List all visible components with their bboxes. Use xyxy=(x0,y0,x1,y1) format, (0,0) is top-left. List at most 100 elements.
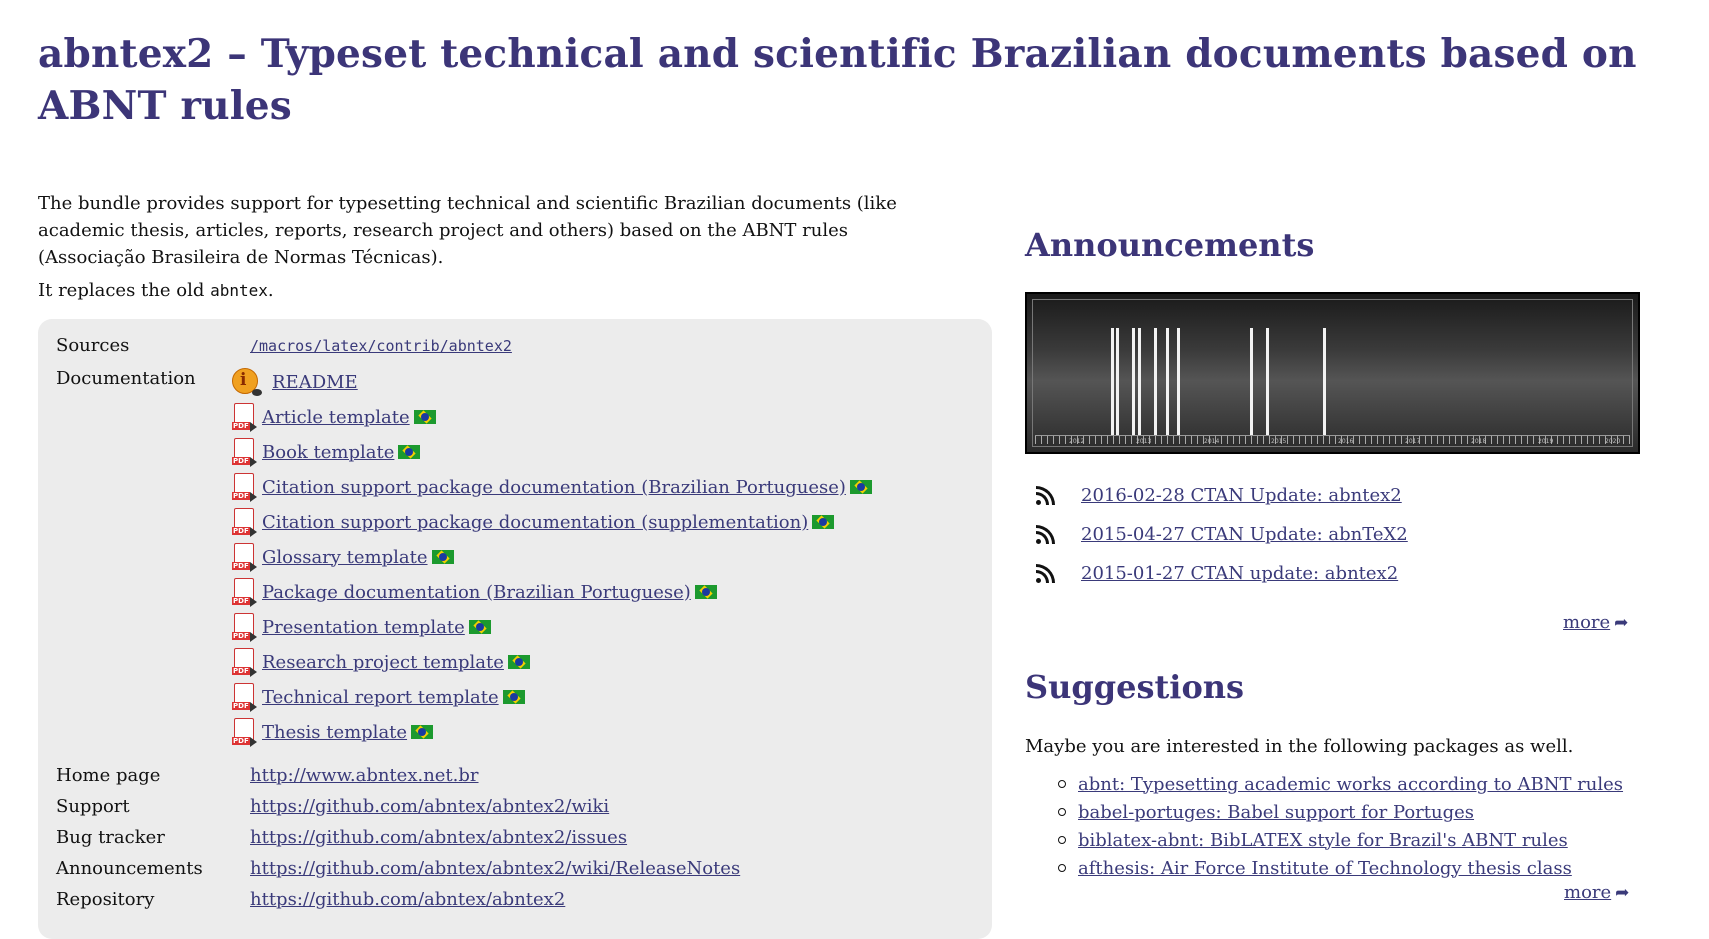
doc-link[interactable]: Glossary template xyxy=(262,547,428,568)
brazil-flag-icon xyxy=(812,515,835,529)
pdf-icon: PDF xyxy=(232,437,257,467)
bullet-circle-icon xyxy=(1058,780,1066,788)
announcements-link[interactable]: https://github.com/abntex/abntex2/wiki/R… xyxy=(250,858,740,879)
timeline-year: 2019 xyxy=(1538,438,1554,445)
announcements-more[interactable]: more ➦ xyxy=(1563,612,1628,633)
replaces-suffix: . xyxy=(267,280,274,301)
suggestions-more[interactable]: more ➦ xyxy=(1564,882,1629,903)
suggestions-intro: Maybe you are interested in the followin… xyxy=(1025,736,1574,757)
timeline-year: 2013 xyxy=(1136,438,1152,445)
doc-link[interactable]: Article template xyxy=(262,407,410,428)
doc-item[interactable]: PDF Citation support package documentati… xyxy=(232,470,872,504)
pdf-icon: PDF xyxy=(232,717,257,747)
doc-item[interactable]: PDF Citation support package documentati… xyxy=(232,505,835,539)
doc-link[interactable]: Presentation template xyxy=(262,617,465,638)
timeline-year: 2014 xyxy=(1204,438,1220,445)
suggestion-link[interactable]: biblatex-abnt: BibLATEX style for Brazil… xyxy=(1078,830,1568,851)
pdf-icon: PDF xyxy=(232,647,257,677)
timeline-event-bar[interactable] xyxy=(1138,328,1141,436)
announcements-heading: Announcements xyxy=(1025,226,1315,264)
doc-item[interactable]: PDF Article template xyxy=(232,400,436,434)
doc-item[interactable]: PDF Glossary template xyxy=(232,540,454,574)
timeline-year: 2018 xyxy=(1471,438,1487,445)
doc-item[interactable]: PDF Research project template xyxy=(232,645,530,679)
sources-link[interactable]: /macros/latex/contrib/abntex2 xyxy=(250,337,512,355)
announcements-label: Announcements xyxy=(56,858,203,879)
documentation-label: Documentation xyxy=(56,368,196,389)
timeline-event-bar[interactable] xyxy=(1266,328,1269,436)
timeline-event-bar[interactable] xyxy=(1154,328,1157,436)
timeline-year: 2015 xyxy=(1271,438,1287,445)
doc-link[interactable]: Technical report template xyxy=(262,687,499,708)
replaces-prefix: It replaces the old xyxy=(38,280,211,301)
share-arrow-icon: ➦ xyxy=(1615,882,1630,903)
support-label: Support xyxy=(56,796,130,817)
suggestion-item[interactable]: afthesis: Air Force Institute of Technol… xyxy=(1058,854,1623,882)
replaces-code: abntex xyxy=(210,281,268,300)
timeline-event-bar[interactable] xyxy=(1116,328,1119,436)
announcements-more-link[interactable]: more xyxy=(1563,612,1610,633)
suggestion-link[interactable]: afthesis: Air Force Institute of Technol… xyxy=(1078,858,1572,879)
suggestion-link[interactable]: babel-portuges: Babel support for Portug… xyxy=(1078,802,1474,823)
suggestions-more-link[interactable]: more xyxy=(1564,882,1611,903)
share-arrow-icon: ➦ xyxy=(1614,612,1629,633)
bullet-circle-icon xyxy=(1058,836,1066,844)
announcement-item[interactable]: 2015-01-27 CTAN update: abntex2 xyxy=(1035,563,1398,584)
package-info-box: Sources /macros/latex/contrib/abntex2 Do… xyxy=(38,319,992,939)
brazil-flag-icon xyxy=(398,445,421,459)
pdf-icon: PDF xyxy=(232,542,257,572)
repository-label: Repository xyxy=(56,889,155,910)
suggestion-link[interactable]: abnt: Typesetting academic works accordi… xyxy=(1078,774,1623,795)
doc-link[interactable]: Citation support package documentation (… xyxy=(262,477,846,498)
announcement-timeline[interactable]: 2012 2013 2014 2015 2016 2017 2018 2019 … xyxy=(1025,292,1640,454)
home-page-link[interactable]: http://www.abntex.net.br xyxy=(250,765,479,786)
brazil-flag-icon xyxy=(431,550,454,564)
repository-link[interactable]: https://github.com/abntex/abntex2 xyxy=(250,889,565,910)
timeline-event-bar[interactable] xyxy=(1166,328,1169,436)
bug-tracker-link[interactable]: https://github.com/abntex/abntex2/issues xyxy=(250,827,627,848)
doc-item[interactable]: PDF Technical report template xyxy=(232,680,525,714)
timeline-year: 2020 xyxy=(1605,438,1621,445)
doc-link[interactable]: Book template xyxy=(262,442,394,463)
package-description: The bundle provides support for typesett… xyxy=(38,193,897,268)
suggestion-item[interactable]: biblatex-abnt: BibLATEX style for Brazil… xyxy=(1058,826,1623,854)
suggestion-item[interactable]: babel-portuges: Babel support for Portug… xyxy=(1058,798,1623,826)
bullet-circle-icon xyxy=(1058,864,1066,872)
pdf-icon: PDF xyxy=(232,472,257,502)
support-link[interactable]: https://github.com/abntex/abntex2/wiki xyxy=(250,796,609,817)
replaces-note: It replaces the old abntex. xyxy=(38,280,274,301)
brazil-flag-icon xyxy=(411,725,434,739)
doc-item[interactable]: PDF Book template xyxy=(232,435,421,469)
suggestion-item[interactable]: abnt: Typesetting academic works accordi… xyxy=(1058,770,1623,798)
doc-item[interactable]: PDF Package documentation (Brazilian Por… xyxy=(232,575,717,609)
announcement-link[interactable]: 2015-04-27 CTAN Update: abnTeX2 xyxy=(1081,524,1408,545)
pdf-icon: PDF xyxy=(232,682,257,712)
announcement-link[interactable]: 2016-02-28 CTAN Update: abntex2 xyxy=(1081,485,1402,506)
doc-item-readme[interactable]: i README xyxy=(232,365,358,399)
doc-item[interactable]: PDF Thesis template xyxy=(232,715,434,749)
timeline-year: 2012 xyxy=(1069,438,1085,445)
readme-icon: i xyxy=(232,368,262,396)
doc-link[interactable]: Thesis template xyxy=(262,722,407,743)
announcement-item[interactable]: 2016-02-28 CTAN Update: abntex2 xyxy=(1035,485,1402,506)
timeline-event-bar[interactable] xyxy=(1323,328,1326,436)
rss-feed-icon xyxy=(1035,485,1055,506)
announcement-item[interactable]: 2015-04-27 CTAN Update: abnTeX2 xyxy=(1035,524,1408,545)
page-title: abntex2 – Typeset technical and scientif… xyxy=(38,31,1637,129)
timeline-event-bar[interactable] xyxy=(1132,328,1135,436)
readme-link[interactable]: README xyxy=(272,372,358,393)
brazil-flag-icon xyxy=(502,690,525,704)
timeline-frame xyxy=(1032,299,1633,447)
announcement-link[interactable]: 2015-01-27 CTAN update: abntex2 xyxy=(1081,563,1398,584)
pdf-icon: PDF xyxy=(232,402,257,432)
timeline-event-bar[interactable] xyxy=(1250,328,1253,436)
doc-link[interactable]: Research project template xyxy=(262,652,504,673)
timeline-event-bar[interactable] xyxy=(1177,328,1180,436)
timeline-event-bar[interactable] xyxy=(1111,328,1114,436)
brazil-flag-icon xyxy=(694,585,717,599)
doc-item[interactable]: PDF Presentation template xyxy=(232,610,491,644)
doc-link[interactable]: Citation support package documentation (… xyxy=(262,512,808,533)
doc-link[interactable]: Package documentation (Brazilian Portugu… xyxy=(262,582,691,603)
pdf-icon: PDF xyxy=(232,577,257,607)
sources-label: Sources xyxy=(56,335,130,356)
